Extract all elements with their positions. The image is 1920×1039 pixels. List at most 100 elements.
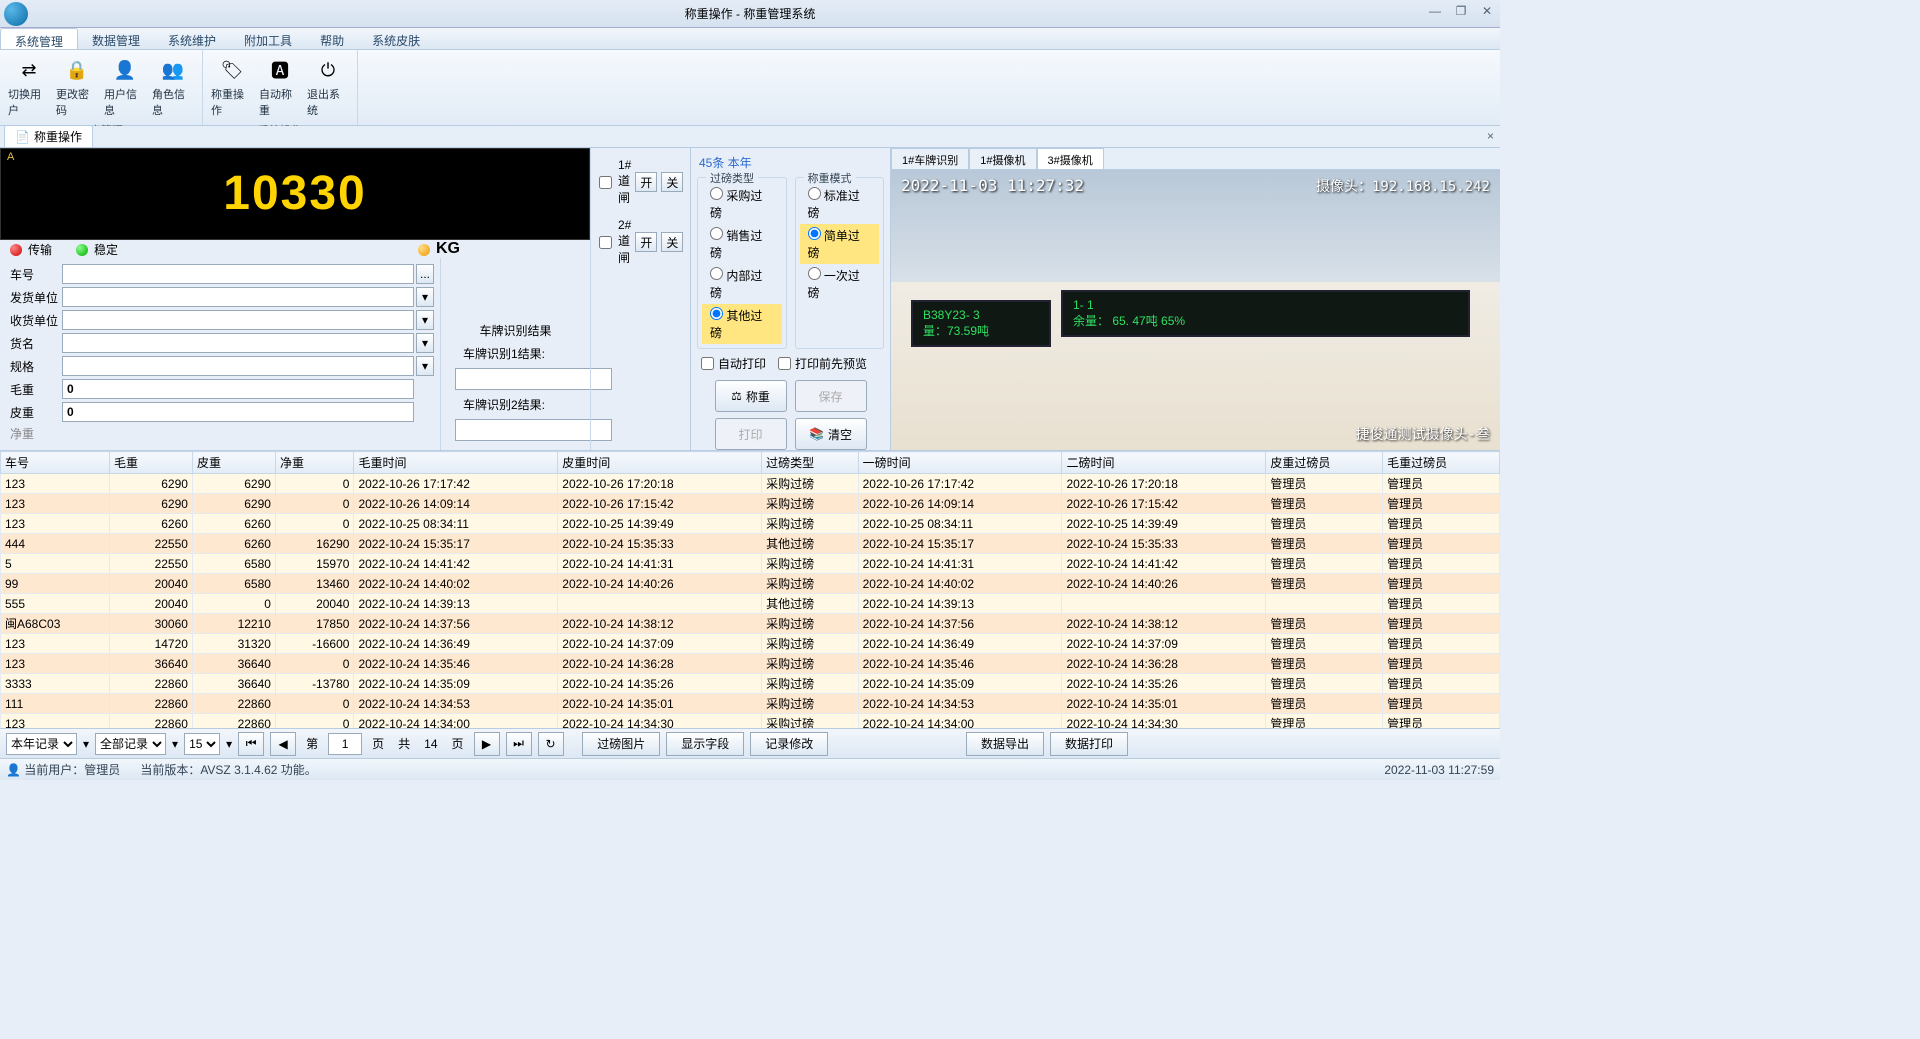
column-header[interactable]: 二磅时间 xyxy=(1062,452,1266,474)
table-row[interactable]: 123228602286002022-10-24 14:34:002022-10… xyxy=(1,714,1500,729)
clear-button[interactable]: 📚清空 xyxy=(795,418,867,450)
tare-input[interactable] xyxy=(62,402,414,422)
table-row[interactable]: 1231472031320-166002022-10-24 14:36:4920… xyxy=(1,634,1500,654)
camera-tab[interactable]: 3#摄像机 xyxy=(1037,148,1104,169)
spec-input[interactable] xyxy=(62,356,414,376)
menu-item[interactable]: 附加工具 xyxy=(230,28,306,49)
export-button[interactable]: 数据导出 xyxy=(966,732,1044,756)
column-header[interactable]: 皮重过磅员 xyxy=(1266,452,1383,474)
camera-tab[interactable]: 1#摄像机 xyxy=(969,148,1036,169)
table-row[interactable]: 1236290629002022-10-26 17:17:422022-10-2… xyxy=(1,474,1500,494)
ribbon-button[interactable]: 🅰自动称重 xyxy=(257,54,303,120)
plate-result-2[interactable] xyxy=(455,419,612,441)
column-header[interactable]: 一磅时间 xyxy=(858,452,1062,474)
status-time: 2022-11-03 11:27:59 xyxy=(1384,763,1494,777)
page-input[interactable] xyxy=(328,733,362,755)
gate-1-open-button[interactable]: 开 xyxy=(635,172,657,192)
ribbon-button[interactable]: 🔒更改密码 xyxy=(54,54,100,120)
column-header[interactable]: 车号 xyxy=(1,452,110,474)
range-select[interactable]: 本年记录 xyxy=(6,733,77,755)
app-logo-icon xyxy=(4,2,28,26)
led-panel-1: B38Y23- 3量：73.59吨 xyxy=(911,300,1051,347)
ribbon-button[interactable]: ⏻退出系统 xyxy=(305,54,351,120)
maximize-icon[interactable]: ❐ xyxy=(1452,4,1470,18)
radio-option[interactable]: 内部过磅 xyxy=(702,264,782,304)
goods-dropdown[interactable]: ▾ xyxy=(416,333,434,353)
refresh-button[interactable]: ↻ xyxy=(538,732,564,756)
ribbon-button[interactable]: ⇄切换用户 xyxy=(6,54,52,120)
shipper-input[interactable] xyxy=(62,287,414,307)
window-title: 称重操作 - 称重管理系统 xyxy=(685,5,816,22)
pagesize-select[interactable]: 15 xyxy=(184,733,220,755)
print-button[interactable]: 打印 xyxy=(715,418,787,450)
ribbon-button[interactable]: 👥角色信息 xyxy=(150,54,196,120)
gate-1-close-button[interactable]: 关 xyxy=(661,172,683,192)
records-grid[interactable]: 车号毛重皮重净重毛重时间皮重时间过磅类型一磅时间二磅时间皮重过磅员毛重过磅员12… xyxy=(0,450,1500,728)
receiver-dropdown[interactable]: ▾ xyxy=(416,310,434,330)
weigh-image-button[interactable]: 过磅图片 xyxy=(582,732,660,756)
radio-option[interactable]: 采购过磅 xyxy=(702,184,782,224)
table-row[interactable]: 1236290629002022-10-26 14:09:142022-10-2… xyxy=(1,494,1500,514)
radio-option[interactable]: 简单过磅 xyxy=(800,224,880,264)
tab-weigh-operation[interactable]: 📄 称重操作 xyxy=(4,125,93,147)
plate-result-1[interactable] xyxy=(455,368,612,390)
spec-dropdown[interactable]: ▾ xyxy=(416,356,434,376)
radio-option[interactable]: 标准过磅 xyxy=(800,184,880,224)
menu-item[interactable]: 系统管理 xyxy=(0,28,78,49)
table-row[interactable]: 5225506580159702022-10-24 14:41:422022-1… xyxy=(1,554,1500,574)
save-button[interactable]: 保存 xyxy=(795,380,867,412)
radio-option[interactable]: 一次过磅 xyxy=(800,264,880,304)
ribbon-button[interactable]: 🏷称重操作 xyxy=(209,54,255,120)
table-row[interactable]: 33332286036640-137802022-10-24 14:35:092… xyxy=(1,674,1500,694)
column-header[interactable]: 毛重时间 xyxy=(354,452,558,474)
gate-2-close-button[interactable]: 关 xyxy=(661,232,683,252)
gate-2-open-button[interactable]: 开 xyxy=(635,232,657,252)
close-icon[interactable]: ✕ xyxy=(1478,4,1496,18)
table-row[interactable]: 1236260626002022-10-25 08:34:112022-10-2… xyxy=(1,514,1500,534)
car-input[interactable] xyxy=(62,264,414,284)
last-page-button[interactable]: ⏭ xyxy=(506,732,532,756)
table-row[interactable]: 闽A68C033006012210178502022-10-24 14:37:5… xyxy=(1,614,1500,634)
ribbon-button[interactable]: 👤用户信息 xyxy=(102,54,148,120)
goods-input[interactable] xyxy=(62,333,414,353)
table-row[interactable]: 111228602286002022-10-24 14:34:532022-10… xyxy=(1,694,1500,714)
column-header[interactable]: 过磅类型 xyxy=(762,452,859,474)
menu-item[interactable]: 数据管理 xyxy=(78,28,154,49)
next-page-button[interactable]: ▶ xyxy=(474,732,500,756)
radio-option[interactable]: 销售过磅 xyxy=(702,224,782,264)
ribbon: ⇄切换用户🔒更改密码👤用户信息👥角色信息用户管理🏷称重操作🅰自动称重⏻退出系统系… xyxy=(0,50,1500,126)
column-header[interactable]: 皮重 xyxy=(192,452,275,474)
column-header[interactable]: 皮重时间 xyxy=(558,452,762,474)
table-row[interactable]: 555200400200402022-10-24 14:39:13其他过磅202… xyxy=(1,594,1500,614)
first-page-button[interactable]: ⏮ xyxy=(238,732,264,756)
menu-item[interactable]: 系统维护 xyxy=(154,28,230,49)
receiver-input[interactable] xyxy=(62,310,414,330)
gate-1-checkbox[interactable] xyxy=(599,176,612,189)
eraser-icon: 📚 xyxy=(809,427,824,441)
camera-tab[interactable]: 1#车牌识别 xyxy=(891,148,969,169)
menu-item[interactable]: 系统皮肤 xyxy=(358,28,434,49)
minimize-icon[interactable]: — xyxy=(1426,4,1444,18)
shipper-dropdown[interactable]: ▾ xyxy=(416,287,434,307)
table-row[interactable]: 99200406580134602022-10-24 14:40:022022-… xyxy=(1,574,1500,594)
weigh-button[interactable]: ⚖称重 xyxy=(715,380,787,412)
data-print-button[interactable]: 数据打印 xyxy=(1050,732,1128,756)
radio-option[interactable]: 其他过磅 xyxy=(702,304,782,344)
table-row[interactable]: 444225506260162902022-10-24 15:35:172022… xyxy=(1,534,1500,554)
column-header[interactable]: 毛重过磅员 xyxy=(1383,452,1500,474)
table-row[interactable]: 123366403664002022-10-24 14:35:462022-10… xyxy=(1,654,1500,674)
prev-page-button[interactable]: ◀ xyxy=(270,732,296,756)
tab-close-icon[interactable]: × xyxy=(1487,129,1494,143)
gate-2-checkbox[interactable] xyxy=(599,236,612,249)
filter-select[interactable]: 全部记录 xyxy=(95,733,166,755)
column-header[interactable]: 净重 xyxy=(275,452,353,474)
show-fields-button[interactable]: 显示字段 xyxy=(666,732,744,756)
gross-input[interactable] xyxy=(62,379,414,399)
preview-checkbox[interactable] xyxy=(778,357,791,370)
edit-record-button[interactable]: 记录修改 xyxy=(750,732,828,756)
column-header[interactable]: 毛重 xyxy=(109,452,192,474)
car-more-button[interactable]: ... xyxy=(416,264,434,284)
auto-print-checkbox[interactable] xyxy=(701,357,714,370)
title-bar: 称重操作 - 称重管理系统 — ❐ ✕ xyxy=(0,0,1500,28)
menu-item[interactable]: 帮助 xyxy=(306,28,358,49)
